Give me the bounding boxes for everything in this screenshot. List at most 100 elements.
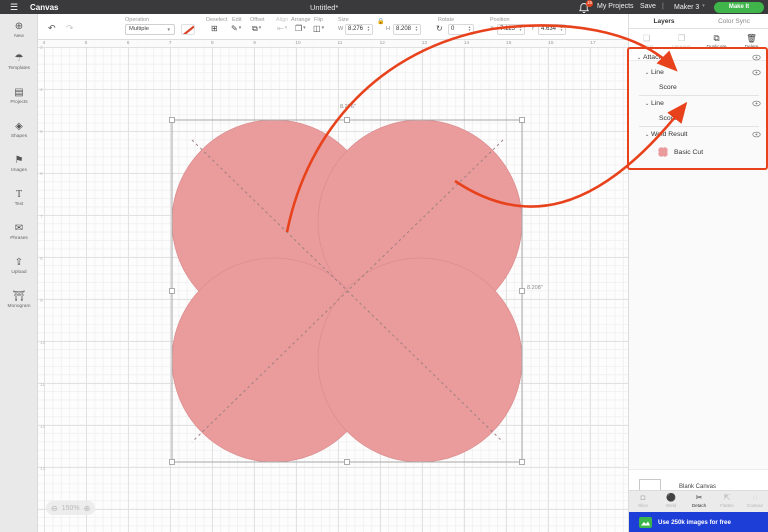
width-letter: W <box>338 26 343 32</box>
operation-select[interactable]: Multiple▼ <box>125 24 175 35</box>
tab-color-sync[interactable]: Color Sync <box>699 14 768 28</box>
position-x-field[interactable]: 7.125▲▼ <box>497 24 525 35</box>
ruler-v-number: 12 <box>40 425 45 430</box>
flip-label: Flip <box>314 17 323 23</box>
detach-button[interactable]: ✂Detach <box>685 491 713 512</box>
arrange-icon[interactable]: ❐▼ <box>295 24 307 33</box>
x-letter: X <box>490 26 494 32</box>
edit-pencil-icon[interactable]: ✎▼ <box>231 24 242 33</box>
zoom-out-icon[interactable]: ⊖ <box>51 504 58 513</box>
eye-visibility-icon[interactable] <box>752 54 761 61</box>
contour-icon: ◌ <box>741 493 768 503</box>
weld-button[interactable]: ⚫Weld <box>657 491 685 512</box>
stepper-icon[interactable]: ▲▼ <box>519 26 522 31</box>
sidebar-item-templates[interactable]: ☂Templates <box>0 50 38 80</box>
text-T-icon: T <box>0 188 38 201</box>
sidebar-item-monogram[interactable]: ⛩Monogram <box>0 288 38 318</box>
ruler-h-number: 9 <box>253 41 256 46</box>
layer-row-line-1[interactable]: ⌄ Line <box>629 65 768 80</box>
layers-panel: Layers Color Sync ❑Group ❒Ungroup ⧉Dupli… <box>628 14 768 532</box>
sidebar-item-images[interactable]: ⚑Images <box>0 152 38 182</box>
chevron-down-icon[interactable]: ⌄ <box>643 101 651 107</box>
document-title[interactable]: Untitled* <box>310 3 338 12</box>
ruler-h-number: 10 <box>295 41 300 46</box>
layer-row-attach[interactable]: ⌄ Attach <box>629 50 768 65</box>
offset-icon[interactable]: ⧉▼ <box>252 24 262 34</box>
offset-label: Offset <box>250 17 265 23</box>
stepper-icon[interactable]: ▲▼ <box>468 26 471 31</box>
layer-row-weld-result[interactable]: ⌄ Weld Result <box>629 127 768 142</box>
ruler-v-number: 5 <box>40 130 43 135</box>
flip-icon[interactable]: ◫▼ <box>313 24 325 33</box>
flatten-button[interactable]: ⇱Flatten <box>713 491 741 512</box>
sidebar-item-phrases[interactable]: ✉Phrases <box>0 220 38 250</box>
height-letter: H <box>386 26 390 32</box>
page-title: Canvas <box>30 3 58 12</box>
images-promo-icon <box>639 517 652 528</box>
height-field[interactable]: 8.208▲▼ <box>393 24 421 35</box>
left-sidebar: ⊕New ☂Templates ▤Projects ◈Shapes ⚑Image… <box>0 14 38 532</box>
images-photo-icon: ⚑ <box>0 154 38 167</box>
layer-row-basic-cut[interactable]: Basic Cut <box>629 142 768 162</box>
ruler-h-number: 5 <box>85 41 88 46</box>
operation-label: Operation <box>125 17 149 23</box>
ruler-h-number: 4 <box>43 41 46 46</box>
width-field[interactable]: 8.276▲▼ <box>345 24 373 35</box>
make-it-button[interactable]: Make It <box>714 2 764 13</box>
y-letter: Y <box>531 26 535 32</box>
group-icon: ❑ <box>629 33 664 44</box>
my-projects-link[interactable]: My Projects <box>597 3 634 10</box>
sidebar-item-shapes[interactable]: ◈Shapes <box>0 118 38 148</box>
machine-selector[interactable]: Maker 3 ▼ <box>674 3 706 11</box>
layer-row-score-1[interactable]: Score <box>629 80 768 95</box>
eye-visibility-icon[interactable] <box>752 69 761 76</box>
position-y-field[interactable]: 4.634▲▼ <box>538 24 566 35</box>
align-label: Align <box>276 17 288 23</box>
hamburger-menu-icon[interactable]: ☰ <box>10 2 18 13</box>
sidebar-item-new[interactable]: ⊕New <box>0 18 38 48</box>
deselect-icon[interactable]: ⊞ <box>211 24 218 33</box>
pen-color-swatch[interactable] <box>181 24 195 35</box>
ruler-h-number: 8 <box>211 41 214 46</box>
eye-visibility-icon[interactable] <box>752 131 761 138</box>
stepper-icon[interactable]: ▲▼ <box>415 26 418 31</box>
undo-icon[interactable]: ↶ <box>48 23 56 34</box>
zoom-level: 150% <box>62 505 80 512</box>
chevron-down-icon[interactable]: ⌄ <box>643 132 651 138</box>
ruler-v-number: 8 <box>40 257 43 262</box>
ruler-v-number: 13 <box>40 467 45 472</box>
chevron-down-icon[interactable]: ⌄ <box>643 70 651 76</box>
zoom-in-icon[interactable]: ⊕ <box>84 504 91 513</box>
detach-icon: ✂ <box>685 493 713 503</box>
projects-board-icon: ▤ <box>0 86 38 99</box>
phrases-bubble-icon: ✉ <box>0 222 38 235</box>
zoom-control: ⊖ 150% ⊕ <box>46 501 95 515</box>
ruler-h-number: 6 <box>127 41 130 46</box>
align-icon[interactable]: ⇤▼ <box>277 24 288 33</box>
slice-button[interactable]: ◘Slice <box>629 491 657 512</box>
tab-layers[interactable]: Layers <box>629 14 699 28</box>
layer-row-score-2[interactable]: Score <box>629 111 768 126</box>
ruler-h-number: 16 <box>548 41 553 46</box>
promo-banner[interactable]: Use 250k images for free <box>629 512 768 532</box>
stepper-icon[interactable]: ▲▼ <box>560 26 563 31</box>
save-link[interactable]: Save <box>640 3 656 10</box>
ruler-h-number: 12 <box>380 41 385 46</box>
rotate-icon[interactable]: ↻ <box>436 24 443 33</box>
shape-width-label: 8.276" <box>340 104 356 110</box>
chevron-down-icon[interactable]: ⌄ <box>635 55 643 61</box>
stepper-icon[interactable]: ▲▼ <box>367 26 370 31</box>
aspect-lock-icon[interactable]: 🔒 <box>377 18 384 25</box>
contour-button[interactable]: ◌Contour <box>741 491 768 512</box>
sidebar-item-projects[interactable]: ▤Projects <box>0 84 38 114</box>
redo-icon[interactable]: ↷ <box>66 23 74 34</box>
sidebar-item-text[interactable]: TText <box>0 186 38 216</box>
header-divider: | <box>662 3 664 10</box>
sidebar-item-upload[interactable]: ⇪Upload <box>0 254 38 284</box>
rotate-field[interactable]: 0▲▼ <box>448 24 474 35</box>
position-label: Position <box>490 17 510 23</box>
layer-row-line-2[interactable]: ⌄ Line <box>629 96 768 111</box>
top-header: ☰ Canvas Untitled* 15 My Projects Save |… <box>0 0 768 14</box>
ruler-h-number: 15 <box>506 41 511 46</box>
eye-visibility-icon[interactable] <box>752 100 761 107</box>
